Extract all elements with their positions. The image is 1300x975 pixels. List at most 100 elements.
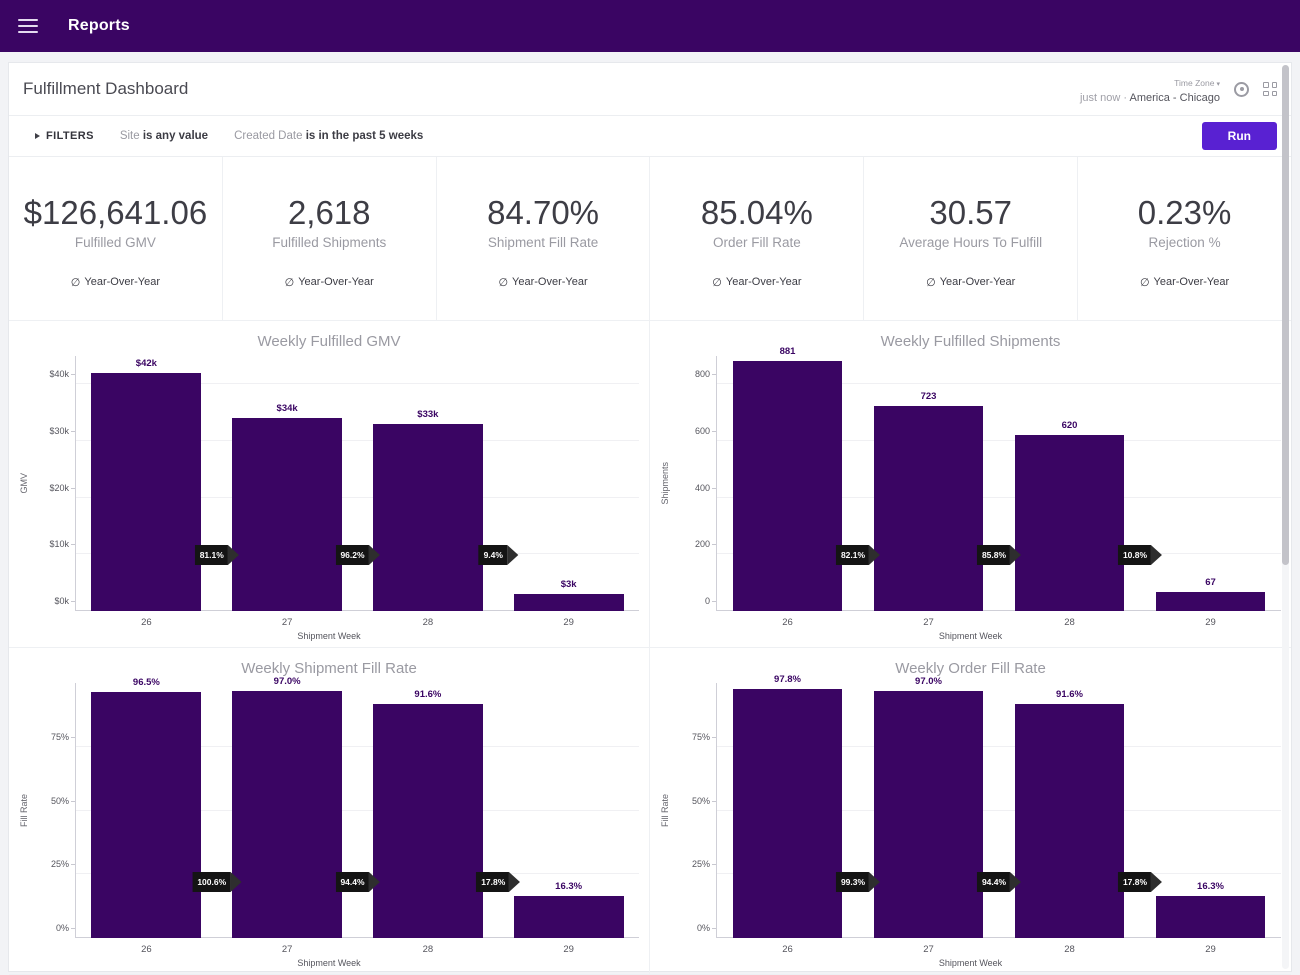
kpi-label: Order Fill Rate [713,234,801,250]
kpi-delta: ∅ Year-Over-Year [285,276,374,289]
y-tick-label: 50% [691,795,717,806]
kpi-value: $126,641.06 [23,194,208,232]
bar-slot: 29 16.3% [498,683,639,955]
plot-area: Fill Rate 0% 25% 50% 75% 26 97.8% 27 97.0% 28 91.6… [660,674,1281,955]
separator: · [1123,92,1128,105]
bar[interactable]: $33k [372,409,483,611]
kpi-tile[interactable]: 2,618 Fulfilled Shipments ∅ Year-Over-Year [222,157,437,321]
bar[interactable]: 96.5% [91,677,202,938]
y-tick-label: 50% [50,795,76,806]
x-tick-label: 29 [563,944,574,955]
bar[interactable]: $42k [91,358,202,611]
null-icon: ∅ [70,276,81,289]
layout-button[interactable] [1263,82,1277,96]
delta-annotation: 82.1% [835,544,881,565]
app-title: Reports [68,17,130,34]
hamburger-icon[interactable] [18,19,38,33]
bar-value-label: $3k [560,579,577,590]
bar[interactable]: 97.8% [732,674,843,938]
y-tick-label: 0% [696,923,717,933]
bar[interactable]: 91.6% [1014,689,1125,938]
filter-chip-site[interactable]: Site is any value [120,130,208,142]
bar[interactable]: 97.0% [873,676,984,938]
x-axis-title: Shipment Week [297,631,361,641]
y-tick-label: 0 [704,596,717,606]
chart-card[interactable]: Weekly Shipment Fill Rate Fill Rate 0% 25% 5… [9,648,650,975]
delta-annotation-label: 10.8% [1117,544,1152,565]
chevron-right-icon [35,133,40,139]
chart-card[interactable]: Weekly Order Fill Rate Fill Rate 0% 25% 50% 7… [650,648,1291,975]
bar-value-label: 97.8% [774,673,801,685]
chart-grid: Weekly Fulfilled GMV GMV $0k $10k $20k $30k $4… [9,321,1291,975]
bar[interactable]: 881 [732,346,843,611]
filter-bar: FILTERS Site is any value Created Date i… [9,116,1291,157]
chart-title: Weekly Fulfilled Shipments [880,333,1061,350]
kpi-tile[interactable]: $126,641.06 Fulfilled GMV ∅ Year-Over-Year [9,157,223,321]
x-tick-label: 28 [1064,944,1075,955]
grid-icon [1263,82,1277,96]
x-tick-label: 29 [563,617,574,628]
kpi-tile[interactable]: 84.70% Shipment Fill Rate ∅ Year-Over-Year [436,157,651,321]
kpi-tile[interactable]: 30.57 Average Hours To Fulfill ∅ Year-Over-… [864,157,1079,321]
x-axis-title: Shipment Week [297,958,361,968]
bar[interactable]: 723 [873,391,984,611]
delta-annotation-label: 81.1% [194,544,228,565]
bar[interactable]: 16.3% [513,881,624,938]
arrow-icon [368,544,380,565]
bar[interactable]: 97.0% [232,676,343,938]
delta-annotation: 81.1% [194,544,239,565]
run-button[interactable]: Run [1201,122,1277,150]
bar[interactable]: 620 [1014,420,1125,611]
settings-button[interactable] [1234,81,1249,97]
chart-card[interactable]: Weekly Fulfilled Shipments Shipments 0 200 4… [650,321,1291,648]
y-tick-label: 0% [55,923,76,933]
null-icon: ∅ [926,276,936,289]
kpi-tile[interactable]: 0.23% Rejection % ∅ Year-Over-Year [1078,157,1291,321]
kpi-value: 30.57 [929,194,1013,232]
bar[interactable]: $3k [513,579,624,611]
kpi-tile[interactable]: 85.04% Order Fill Rate ∅ Year-Over-Year [650,157,865,321]
filter-chip-created-date[interactable]: Created Date is in the past 5 weeks [234,130,423,142]
x-tick-label: 28 [422,944,434,955]
dashboard-header-actions: Time Zone ▾ just now · America - Chicago [1080,72,1277,106]
kpi-delta: ∅ Year-Over-Year [1140,276,1229,289]
bar[interactable]: 67 [1155,577,1266,611]
bar-slot: 28 $33k [358,356,499,628]
chevron-down-icon[interactable]: ▾ [1216,81,1220,88]
delta-annotation: 17.8% [476,871,521,892]
arrow-icon [230,871,242,892]
chart-card[interactable]: Weekly Fulfilled GMV GMV $0k $10k $20k $30k $4… [9,321,650,648]
y-tick-label: $40k [49,369,75,380]
bar-slot: 29 16.3% [1140,683,1281,955]
plot-canvas: 26 881 27 723 28 620 29 67 82.1% 85.8% 10.8% [716,346,1281,628]
kpi-delta: ∅ Year-Over-Year [712,276,801,289]
bar-value-label: 91.6% [414,689,442,701]
bar-series: 26 $42k 27 $34k 28 $33k 29 $3k [76,356,639,628]
bar-slot: 27 $34k [217,356,358,628]
kpi-label: Fulfilled GMV [74,234,156,250]
x-tick-label: 27 [281,617,293,628]
arrow-icon [1010,871,1022,892]
arrow-icon [506,544,518,565]
dashboard-panel: Fulfillment Dashboard Time Zone ▾ just no… [8,62,1292,975]
x-tick-label: 28 [422,617,434,628]
kpi-label: Average Hours To Fulfill [899,234,1043,250]
scrollbar-thumb[interactable] [1282,65,1289,565]
x-tick-label: 29 [1205,944,1216,955]
bar[interactable]: $34k [232,403,343,611]
delta-annotation-label: 85.8% [976,544,1011,565]
chart-title: Weekly Shipment Fill Rate [241,660,417,677]
bar[interactable]: 91.6% [372,689,483,938]
filters-toggle[interactable]: FILTERS [35,130,94,142]
delta-annotation: 96.2% [335,544,380,565]
bar[interactable]: 16.3% [1155,881,1266,938]
bar-slot: 27 97.0% [217,676,358,955]
null-icon: ∅ [712,276,722,289]
timezone-block[interactable]: Time Zone ▾ just now · America - Chicago [1080,72,1220,106]
bar-value-label: 881 [779,346,796,358]
plot-canvas: 26 96.5% 27 97.0% 28 91.6% 29 16.3% 100.6% 94.4% 1… [75,676,639,955]
plot-canvas: 26 97.8% 27 97.0% 28 91.6% 29 16.3% 99.3% 94.4% 17… [716,674,1281,955]
bar-value-label: 16.3% [555,881,583,893]
vertical-scrollbar[interactable] [1282,65,1289,969]
filter-field: Site [119,130,140,142]
